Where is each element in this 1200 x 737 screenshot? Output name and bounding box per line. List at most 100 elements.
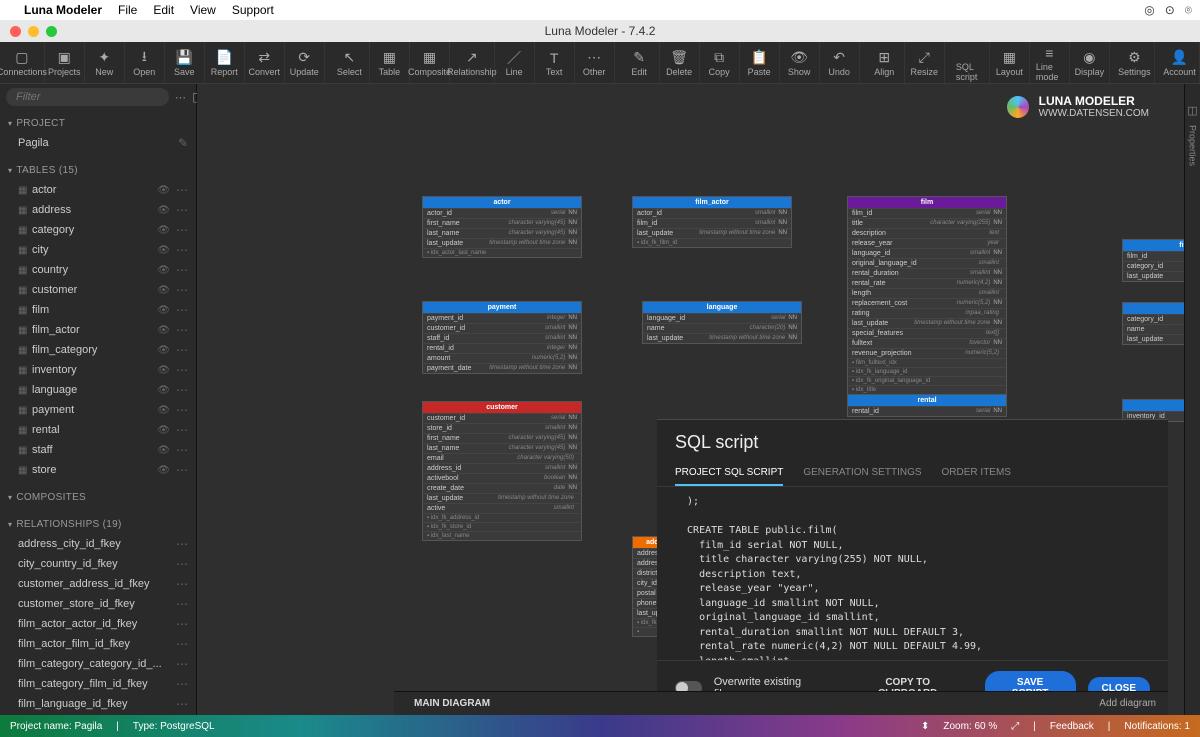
entity-column[interactable]: activeboolbooleanNN [423,473,581,483]
entity-column[interactable]: film_idserialNN [848,208,1006,218]
entity-rental[interactable]: rentalrental_idserialNN [847,394,1007,417]
entity-column[interactable]: fulltexttsvectorNN [848,338,1006,348]
toolbar-new[interactable]: ✦New [85,42,125,83]
status-zoom[interactable]: Zoom: 60 % [943,721,997,732]
toolbar-undo[interactable]: ↶Undo [820,42,860,83]
toolbar-show[interactable]: 👁Show [780,42,820,83]
toolbar-relationship[interactable]: ↗Relationship [450,42,494,83]
toolbar-update[interactable]: ⟳Update [285,42,325,83]
entity-column[interactable]: rental_idserialNN [848,406,1006,416]
more-icon[interactable]: ⋯ [176,363,188,377]
sidebar-section-composites[interactable]: ▾ COMPOSITES [0,488,196,507]
menu-edit[interactable]: Edit [153,3,174,17]
entity-column[interactable]: category_idserialNN [1123,314,1184,324]
entity-column[interactable]: staff_idsmallintNN [423,333,581,343]
close-window-icon[interactable] [10,26,21,37]
toolbar-other[interactable]: ⋯Other [575,42,615,83]
filter-more-icon[interactable]: ⋯ [175,91,186,104]
diagram-canvas[interactable]: LUNA MODELER WWW.DATENSEN.COM actoractor… [197,84,1184,715]
toolbar-align[interactable]: ⊞Align [865,42,905,83]
entity-header[interactable]: actor [423,197,581,208]
entity-header[interactable]: language [643,302,801,313]
visibility-icon[interactable]: 👁 [157,385,170,396]
entity-column[interactable]: create_datedateNN [423,483,581,493]
entity-column[interactable]: descriptiontext [848,228,1006,238]
sidebar-rel-city_country_id_fkey[interactable]: city_country_id_fkey⋯ [0,554,196,574]
toolbar-projects[interactable]: ▣Projects [45,42,85,83]
visibility-icon[interactable]: 👁 [157,405,170,416]
entity-column[interactable]: lengthsmallint [848,288,1006,298]
sidebar-rel-film_category_category_id_...[interactable]: film_category_category_id_...⋯ [0,654,196,674]
sidebar-rel-film_category_film_id_fkey[interactable]: film_category_film_id_fkey⋯ [0,674,196,694]
sidebar-table-film_category[interactable]: ▦film_category👁⋯ [0,340,196,360]
visibility-icon[interactable]: 👁 [157,265,170,276]
sidebar-table-film_actor[interactable]: ▦film_actor👁⋯ [0,320,196,340]
zoom-expand-icon[interactable]: ⤢ [1011,721,1019,732]
entity-column[interactable]: last_namecharacter varying(45)NN [423,443,581,453]
entity-column[interactable]: original_language_idsmallint [848,258,1006,268]
more-icon[interactable]: ⋯ [176,263,188,277]
more-icon[interactable]: ⋯ [176,423,188,437]
more-icon[interactable]: ⋯ [176,383,188,397]
sidebar-section-relationships[interactable]: ▾ RELATIONSHIPS (19) [0,515,196,534]
entity-column[interactable]: film_idsmallintNN [1123,251,1184,261]
toolbar-report[interactable]: 📄Report [205,42,245,83]
more-icon[interactable]: ⋯ [176,323,188,337]
toolbar-table[interactable]: ▦Table [370,42,410,83]
toolbar-resize[interactable]: ⤢Resize [905,42,945,83]
entity-column[interactable]: last_updatetimestamp without time zoneNN [1123,334,1184,344]
toolbar-connections[interactable]: ▢Connections [0,42,45,83]
more-icon[interactable]: ⋯ [176,183,188,197]
sql-code-viewer[interactable]: ); CREATE TABLE public.film( film_id ser… [657,487,1168,660]
sidebar-rel-customer_address_id_fkey[interactable]: customer_address_id_fkey⋯ [0,574,196,594]
zoom-window-icon[interactable] [46,26,57,37]
sidebar-table-category[interactable]: ▦category👁⋯ [0,220,196,240]
sidebar-table-inventory[interactable]: ▦inventory👁⋯ [0,360,196,380]
entity-language[interactable]: languagelanguage_idserialNNnamecharacter… [642,301,802,344]
entity-payment[interactable]: paymentpayment_idintegerNNcustomer_idsma… [422,301,582,374]
visibility-icon[interactable]: 👁 [157,225,170,236]
entity-actor[interactable]: actoractor_idserialNNfirst_namecharacter… [422,196,582,258]
more-icon[interactable]: ⋯ [176,243,188,257]
more-icon[interactable]: ⋯ [176,537,188,551]
entity-film_category[interactable]: film_categoryfilm_idsmallintNNcategory_i… [1122,239,1184,282]
toolbar-composite[interactable]: ▦Composite [410,42,450,83]
entity-column[interactable]: address_idsmallintNN [423,463,581,473]
sidebar-table-customer[interactable]: ▦customer👁⋯ [0,280,196,300]
toolbar-sql-script[interactable]: SQL script [950,42,990,83]
entity-column[interactable]: emailcharacter varying(50) [423,453,581,463]
more-icon[interactable]: ⋯ [176,597,188,611]
sidebar-table-staff[interactable]: ▦staff👁⋯ [0,440,196,460]
entity-column[interactable]: ratingmpaa_rating [848,308,1006,318]
sidebar-rel-customer_store_id_fkey[interactable]: customer_store_id_fkey⋯ [0,594,196,614]
properties-tab[interactable]: Properties [1188,125,1198,166]
tab-main-diagram[interactable]: MAIN DIAGRAM [406,698,498,709]
entity-header[interactable]: film_actor [633,197,791,208]
sidebar-section-project[interactable]: ▾ PROJECT [0,114,196,133]
sidebar-rel-film_actor_film_id_fkey[interactable]: film_actor_film_id_fkey⋯ [0,634,196,654]
entity-film[interactable]: filmfilm_idserialNNtitlecharacter varyin… [847,196,1007,395]
sidebar-table-address[interactable]: ▦address👁⋯ [0,200,196,220]
more-icon[interactable]: ⋯ [176,303,188,317]
toolbar-save[interactable]: 💾Save [165,42,205,83]
entity-header[interactable]: rental [848,395,1006,406]
feedback-link[interactable]: Feedback [1050,721,1094,732]
entity-column[interactable]: rental_durationsmallintNN [848,268,1006,278]
entity-column[interactable]: actor_idserialNN [423,208,581,218]
visibility-icon[interactable]: 👁 [157,445,170,456]
more-icon[interactable]: ⋯ [176,617,188,631]
sidebar-rel-film_language_id_fkey[interactable]: film_language_id_fkey⋯ [0,694,196,714]
sql-tab-project-script[interactable]: PROJECT SQL SCRIPT [675,461,783,486]
entity-column[interactable]: namecharacter varying(25)NN [1123,324,1184,334]
more-icon[interactable]: ⋯ [176,443,188,457]
filter-input[interactable] [6,88,169,106]
entity-column[interactable]: payment_idintegerNN [423,313,581,323]
visibility-icon[interactable]: 👁 [157,185,170,196]
more-icon[interactable]: ⋯ [176,403,188,417]
entity-column[interactable]: first_namecharacter varying(45)NN [423,218,581,228]
toolbar-copy[interactable]: ⧉Copy [700,42,740,83]
toolbar-line[interactable]: ／Line [495,42,535,83]
more-icon[interactable]: ⋯ [176,203,188,217]
entity-header[interactable]: customer [423,402,581,413]
entity-header[interactable]: film [848,197,1006,208]
